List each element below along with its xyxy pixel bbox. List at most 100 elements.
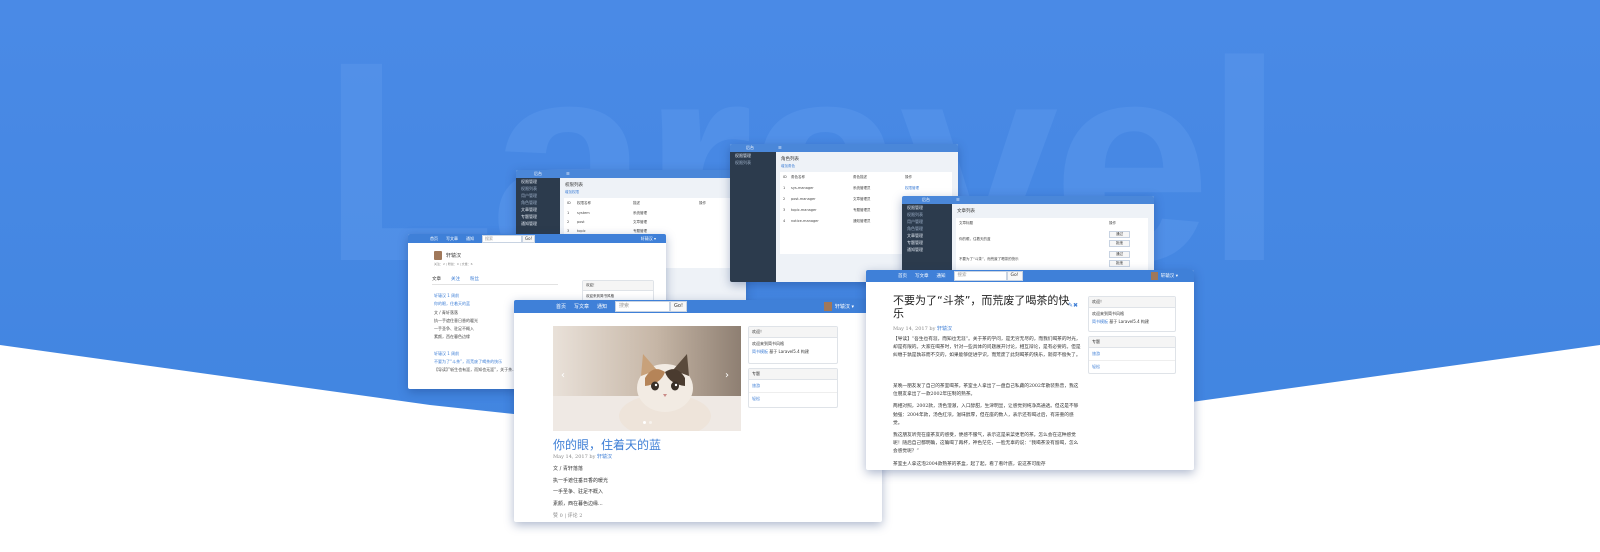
sidebar-item-topics[interactable]: 专题管理 bbox=[902, 239, 952, 246]
table-row: 你的眼，住着天的蓝 通过 拒绝 bbox=[956, 229, 1148, 249]
carousel-prev-icon[interactable]: ‹ bbox=[561, 370, 565, 381]
sidebar-item-roles[interactable]: 角色管理 bbox=[902, 225, 952, 232]
table-header: ID 权限名称 描述 操作 bbox=[567, 201, 706, 205]
page-title: 角色列表 bbox=[781, 157, 799, 162]
sidebar-item-auth[interactable]: 权限管理 bbox=[902, 204, 952, 211]
top-nav: 首页 写文章 通知 搜索 Go! 轩辕汉 ▾ bbox=[514, 300, 882, 313]
carousel-indicators[interactable] bbox=[643, 421, 652, 424]
sidebar-item-users[interactable]: 用户管理 bbox=[516, 192, 560, 199]
cat-photo bbox=[553, 326, 741, 431]
welcome-panel: 欢迎！ 欢迎来到简书风格 简书模板 基于 Laravel5.4 构建 bbox=[748, 326, 838, 364]
search-input[interactable]: 搜索 bbox=[615, 301, 671, 312]
admin-title: 后台 bbox=[922, 197, 930, 202]
admin-sidebar: 权限管理 权限列表 用户管理 角色管理 文章管理 专题管理 通知管理 bbox=[902, 204, 952, 278]
topics-panel: 专题 旅游 轻松 bbox=[748, 368, 838, 408]
sidebar-item-topics[interactable]: 专题管理 bbox=[516, 213, 560, 220]
page-title: 权限列表 bbox=[565, 183, 583, 188]
search-go-button[interactable]: Go! bbox=[1006, 271, 1023, 281]
manage-permission-link[interactable]: 权限管理 bbox=[905, 186, 919, 191]
post-meta: May 14, 2017 by 轩辕汉 bbox=[893, 326, 953, 332]
menu-toggle-icon[interactable]: ☰ bbox=[778, 145, 782, 150]
avatar bbox=[823, 302, 832, 311]
page-title: 文章列表 bbox=[957, 209, 975, 214]
panel-heading: 专题 bbox=[749, 369, 837, 380]
approve-button[interactable]: 通过 bbox=[1109, 251, 1130, 258]
sidebar-item-posts[interactable]: 文章管理 bbox=[902, 232, 952, 239]
sidebar-item-perm-list[interactable]: 权限列表 bbox=[902, 211, 952, 218]
search-input[interactable]: 搜索 bbox=[482, 234, 522, 243]
topic-link[interactable]: 轻松 bbox=[749, 393, 837, 405]
table-row: 1 system 系统管理 bbox=[567, 211, 647, 215]
admin-sidebar: 权限管理 权限列表 bbox=[730, 152, 776, 282]
user-menu[interactable]: 轩辕汉 ▾ bbox=[641, 236, 656, 242]
top-nav: 首页 写文章 通知 搜索 Go! 轩辕汉 ▾ bbox=[408, 234, 666, 243]
table-header: 文章标题 操作 bbox=[959, 221, 1116, 225]
sidebar-item-posts[interactable]: 文章管理 bbox=[516, 206, 560, 213]
table-row: 不要为了“斗茶”，而荒废了喝茶的快乐 通过 拒绝 bbox=[956, 249, 1148, 269]
profile-name: 轩辕汉 bbox=[446, 253, 462, 259]
sidebar-item-auth[interactable]: 权限管理 bbox=[730, 152, 776, 159]
nav-home[interactable]: 首页 bbox=[430, 236, 438, 242]
sidebar-item-notices[interactable]: 通知管理 bbox=[902, 246, 952, 253]
tab-followers[interactable]: 粉丝 bbox=[470, 276, 479, 282]
carousel-next-icon[interactable]: › bbox=[725, 370, 729, 381]
post-window-tea: 首页 写文章 通知 搜索 Go! 轩辕汉 ▾ 不要为了“斗茶”，而荒废了喝茶的快… bbox=[866, 270, 1194, 470]
post-meta: May 14, 2017 by 轩辕汉 bbox=[553, 454, 613, 460]
add-permission-link[interactable]: 增加权限 bbox=[565, 190, 579, 195]
nav-notify[interactable]: 通知 bbox=[466, 236, 474, 242]
edit-delete-icons[interactable]: ✎✖ bbox=[1068, 302, 1078, 309]
menu-toggle-icon[interactable]: ☰ bbox=[566, 171, 570, 176]
panel-heading: 欢迎！ bbox=[1089, 297, 1175, 308]
template-link[interactable]: 简书模板 bbox=[1092, 319, 1108, 324]
sidebar-item-roles[interactable]: 角色管理 bbox=[516, 199, 560, 206]
nav-write[interactable]: 写文章 bbox=[574, 303, 589, 310]
post-title[interactable]: 你的眼，住着天的蓝 bbox=[553, 436, 661, 453]
sidebar-item-auth[interactable]: 权限管理 bbox=[516, 178, 560, 185]
hero-section: Laravel 后台 ☰ 权限管理 权限列表 用户管理 角色管理 文章管理 专题… bbox=[0, 0, 1600, 552]
topic-link[interactable]: 轻松 bbox=[1089, 361, 1175, 373]
post-body: 【导读】“吾生也有涯，而知也无涯”。关于茶的学问，是无穷无尽的，而我们喝茶的时光… bbox=[893, 337, 1081, 467]
add-role-link[interactable]: 增加角色 bbox=[781, 164, 795, 169]
nav-notify[interactable]: 通知 bbox=[597, 303, 607, 310]
topic-link[interactable]: 旅游 bbox=[1089, 348, 1175, 361]
reject-button[interactable]: 拒绝 bbox=[1109, 240, 1130, 247]
profile-stats: 关注：2 | 粉丝：0 | 文章：6 bbox=[434, 262, 473, 266]
search-go-button[interactable]: Go! bbox=[522, 234, 536, 243]
panel-text: 欢迎来到简书风格 bbox=[752, 341, 784, 346]
admin-title: 后台 bbox=[534, 171, 542, 176]
author-link[interactable]: 轩辕汉 bbox=[937, 326, 952, 332]
tab-posts[interactable]: 文章 bbox=[432, 276, 441, 282]
nav-home[interactable]: 首页 bbox=[556, 303, 566, 310]
post-footer: 赞 0 | 评论 2 bbox=[553, 513, 583, 519]
post-title: 不要为了“斗茶”，而荒废了喝茶的快乐 bbox=[893, 294, 1070, 320]
search-go-button[interactable]: Go! bbox=[670, 301, 687, 312]
table-row: 2 post 文章管理 bbox=[567, 220, 647, 224]
user-menu[interactable]: 轩辕汉 ▾ bbox=[835, 303, 854, 310]
sidebar-item-users[interactable]: 用户管理 bbox=[902, 218, 952, 225]
reject-button[interactable]: 拒绝 bbox=[1109, 260, 1130, 267]
user-menu[interactable]: 轩辕汉 ▾ bbox=[1161, 273, 1178, 279]
avatar bbox=[434, 251, 442, 260]
table-header: ID 角色名称 角色描述 操作 bbox=[783, 175, 912, 179]
menu-toggle-icon[interactable]: ☰ bbox=[956, 197, 960, 202]
topic-link[interactable]: 旅游 bbox=[749, 380, 837, 393]
sidebar-item-perm-list[interactable]: 权限列表 bbox=[730, 159, 776, 166]
nav-notify[interactable]: 通知 bbox=[937, 273, 946, 279]
nav-home[interactable]: 首页 bbox=[898, 273, 907, 279]
author-link[interactable]: 轩辕汉 bbox=[597, 454, 612, 460]
template-link[interactable]: 简书模板 bbox=[752, 349, 768, 354]
nav-write[interactable]: 写文章 bbox=[446, 236, 458, 242]
sidebar-item-perm-list[interactable]: 权限列表 bbox=[516, 185, 560, 192]
nav-write[interactable]: 写文章 bbox=[915, 273, 929, 279]
image-carousel[interactable]: ‹ › bbox=[553, 326, 741, 431]
tab-following[interactable]: 关注 bbox=[451, 276, 460, 282]
search-input[interactable]: 搜索 bbox=[953, 271, 1007, 281]
post-body: 文 / 青轩落落 执一手遮住垂日香的暖光 一手圣争、驻足不概入 素颜，西在暮色边… bbox=[553, 466, 609, 507]
admin-title: 后台 bbox=[746, 145, 754, 150]
table-row: 1 sys-manager 系统管理员 权限管理 bbox=[783, 186, 919, 191]
welcome-panel: 欢迎！ 欢迎来到简书风格 简书模板 基于 Laravel5.4 构建 bbox=[1088, 296, 1176, 332]
approve-button[interactable]: 通过 bbox=[1109, 231, 1130, 238]
panel-text: 欢迎来到简书风格 bbox=[1092, 311, 1124, 316]
sidebar-item-notices[interactable]: 通知管理 bbox=[516, 220, 560, 227]
panel-heading: 欢迎！ bbox=[583, 281, 653, 291]
